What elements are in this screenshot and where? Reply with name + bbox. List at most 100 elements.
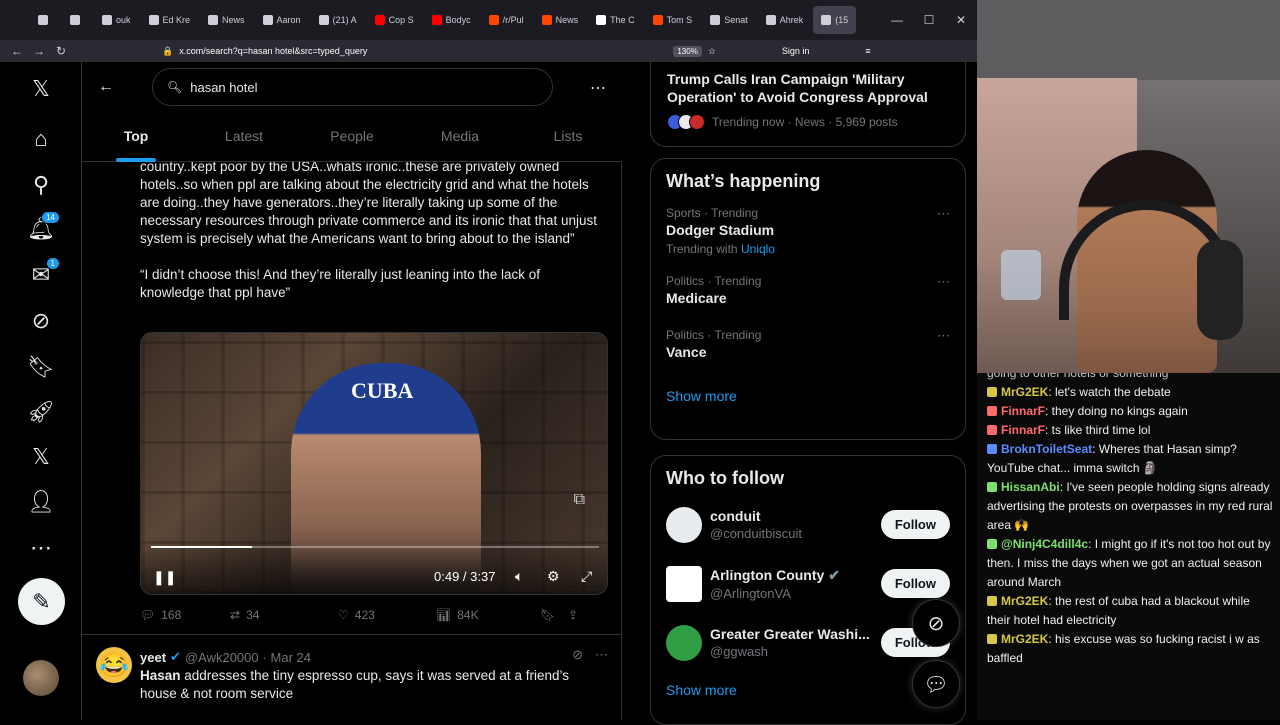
back-arrow-icon[interactable]: ← <box>98 78 114 96</box>
x-logo-icon[interactable]: 𝕏 <box>26 74 56 104</box>
more-dots-icon[interactable]: ⋯ <box>937 206 950 222</box>
suggestion-avatar[interactable] <box>666 624 702 661</box>
profile-icon[interactable]: 👤︎ <box>26 487 56 517</box>
back-icon[interactable]: ← <box>6 44 28 58</box>
reload-icon[interactable]: ↻ <box>50 44 72 58</box>
tab-lists[interactable]: Lists <box>514 120 622 158</box>
more-circle-icon[interactable]: ⋯ <box>26 533 56 563</box>
browser-tab[interactable]: News <box>200 6 253 34</box>
bookmark-icon: 🔖︎ <box>540 608 556 622</box>
messages-icon[interactable]: ✉ 1 <box>26 257 60 290</box>
follow-button[interactable]: Follow <box>880 569 950 598</box>
browser-tab[interactable]: The C <box>588 6 643 34</box>
chat-message: BroknToiletSeat: Wheres that Hasan simp?… <box>987 440 1274 478</box>
bookmark-button[interactable]: 🔖︎ <box>540 608 568 622</box>
tweet-author-handle[interactable]: @Awk20000 <box>185 650 259 665</box>
browser-tab[interactable]: ouk <box>94 6 139 34</box>
volume-icon[interactable]: 🔈︎ <box>515 568 523 585</box>
account-avatar[interactable] <box>23 660 59 696</box>
tab-latest[interactable]: Latest <box>190 120 298 158</box>
browser-tab[interactable]: (15 <box>813 6 857 34</box>
chat-username[interactable]: FinnarF <box>1001 423 1045 437</box>
grok-icon[interactable]: ⊘ <box>572 647 583 663</box>
search-input[interactable]: 🔍︎ hasan hotel <box>152 68 553 106</box>
browser-tab[interactable]: Bodyc <box>424 6 479 34</box>
tab-favicon-icon <box>374 15 385 25</box>
like-count: 423 <box>354 608 375 622</box>
browser-tab[interactable]: News <box>534 6 587 34</box>
share-button[interactable]: ⇪ <box>568 608 578 622</box>
chat-username[interactable]: @Ninj4C4dill4c <box>1001 537 1088 551</box>
share-icon: ⇪ <box>568 608 579 622</box>
more-dots-icon[interactable]: ⋯ <box>595 647 608 663</box>
trend-category: Politics · Trending <box>666 328 762 342</box>
video-progress-bar[interactable] <box>151 546 599 548</box>
browser-tab[interactable] <box>30 6 60 34</box>
tweet-yeet[interactable]: 😂 yeet ✔ @Awk20000 · Mar 24 ⊘ ⋯ Hasan ad… <box>82 635 622 720</box>
tweet-date[interactable]: · Mar 24 <box>263 650 311 665</box>
trend-item[interactable]: Sports · Trending Dodger Stadium Trendin… <box>651 198 965 264</box>
reply-button[interactable]: 💬︎ 168 <box>140 608 230 622</box>
premium-x-icon[interactable]: 𝕏 <box>26 442 56 472</box>
fullscreen-icon[interactable]: ⤢ <box>581 568 592 585</box>
follow-suggestion[interactable]: Arlington County ✔ @ArlingtonVA Follow <box>651 554 965 613</box>
browser-tab[interactable]: Aaron <box>255 6 309 34</box>
pause-icon[interactable]: ❚❚ <box>153 569 176 586</box>
tab-people[interactable]: People <box>298 120 406 158</box>
notifications-icon[interactable]: 🔔︎ 14 <box>26 211 60 244</box>
trend-item[interactable]: Politics · Trending Vance ⋯ <box>651 314 965 368</box>
more-dots-icon[interactable]: ⋯ <box>590 78 606 98</box>
show-more-link[interactable]: Show more <box>651 368 965 418</box>
tab-label: News <box>555 15 579 25</box>
tab-label: Cop S <box>388 15 414 25</box>
tab-media[interactable]: Media <box>406 120 514 158</box>
settings-gear-icon[interactable]: ⚙ <box>547 568 560 585</box>
grok-icon[interactable]: ⊘ <box>26 306 56 336</box>
bookmarks-icon[interactable]: 🔖︎ <box>26 352 56 382</box>
home-icon[interactable]: ⌂ <box>26 124 56 154</box>
video-cap-text: CUBA <box>351 378 414 403</box>
top-trend-card[interactable]: Trump Calls Iran Campaign 'Military Oper… <box>650 52 966 147</box>
chat-username[interactable]: FinnarF <box>1001 404 1045 418</box>
tab-label: News <box>222 15 245 25</box>
forward-icon[interactable]: → <box>28 44 50 58</box>
browser-tab[interactable]: Ed Kre <box>141 6 199 34</box>
video-player[interactable]: CUBA ⧉ ❚❚ 0:49 / 3:37 🔈︎ ⚙ ⤢ <box>140 332 608 595</box>
tab-top[interactable]: Top <box>82 120 190 158</box>
tweet-avatar[interactable]: 😂 <box>96 647 132 683</box>
messages-float-icon[interactable]: 💬︎ <box>912 660 960 708</box>
trend-with-link[interactable]: Uniqlo <box>741 242 775 256</box>
tweet-author-name[interactable]: yeet <box>140 650 166 665</box>
like-button[interactable]: ♡ 423 <box>338 608 436 622</box>
compose-post-button[interactable]: ✎ <box>18 578 65 625</box>
pip-icon[interactable]: ⧉ <box>574 491 585 509</box>
trend-item[interactable]: Politics · Trending Medicare ⋯ <box>651 264 965 314</box>
explore-icon[interactable]: ⚲ <box>26 170 56 200</box>
browser-tab[interactable] <box>62 6 92 34</box>
follow-button[interactable]: Follow <box>880 510 950 539</box>
video-time: 0:49 / 3:37 <box>434 569 496 584</box>
grok-float-icon[interactable]: ⊘ <box>912 599 960 647</box>
chat-username[interactable]: MrG2EK <box>1001 594 1048 608</box>
repost-button[interactable]: ⇄ 34 <box>230 608 338 622</box>
browser-tab[interactable]: /r/Pul <box>481 6 532 34</box>
browser-tab[interactable]: Senat <box>702 6 756 34</box>
chat-username[interactable]: HissanAbi <box>1001 480 1060 494</box>
maximize-icon[interactable]: ☐ <box>913 13 945 27</box>
follow-suggestion[interactable]: conduit @conduitbiscuit Follow <box>651 495 965 554</box>
more-dots-icon[interactable]: ⋯ <box>937 274 950 290</box>
browser-tab[interactable]: Tom S <box>645 6 701 34</box>
suggestion-avatar[interactable] <box>666 565 702 602</box>
browser-tab[interactable]: Cop S <box>367 6 422 34</box>
chat-username[interactable]: MrG2EK <box>1001 632 1048 646</box>
rocket-icon[interactable]: 🚀︎ <box>26 397 56 427</box>
more-dots-icon[interactable]: ⋯ <box>937 328 950 344</box>
browser-tab[interactable]: Ahrek <box>758 6 812 34</box>
chat-username[interactable]: MrG2EK <box>1001 385 1048 399</box>
minimize-icon[interactable]: — <box>881 13 913 27</box>
suggestion-avatar[interactable] <box>666 506 702 543</box>
browser-tab[interactable]: (21) A <box>311 6 365 34</box>
close-window-icon[interactable]: ✕ <box>945 13 977 27</box>
views-button[interactable]: 📊︎ 84K <box>436 608 540 622</box>
chat-username[interactable]: BroknToiletSeat <box>1001 442 1092 456</box>
